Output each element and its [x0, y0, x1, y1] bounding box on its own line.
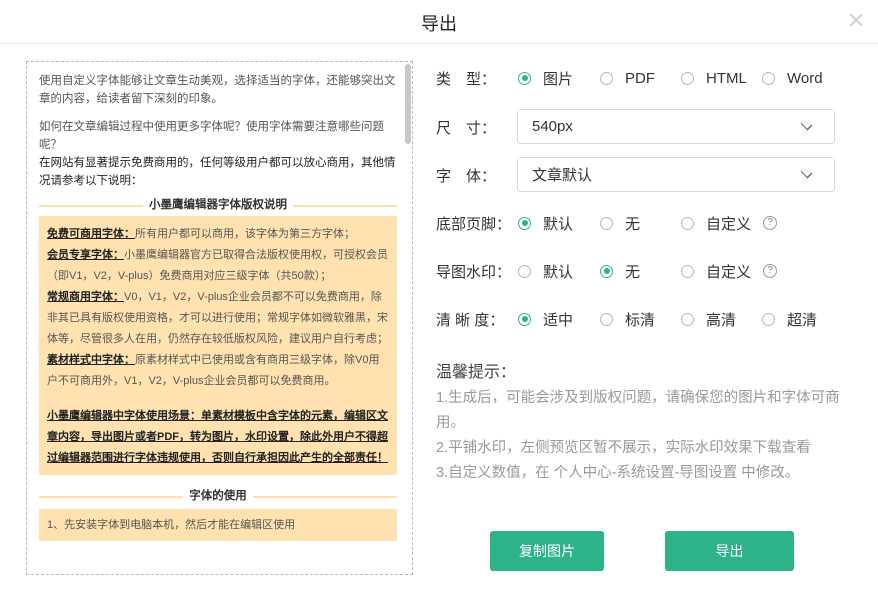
option-label: 标清	[625, 311, 656, 329]
export-button[interactable]: 导出	[665, 531, 794, 571]
preview-scrollbar[interactable]	[405, 64, 411, 144]
size-select[interactable]: 540px	[517, 109, 835, 144]
watermark-row: 导图水印： 默认 无 自定义 ?	[436, 254, 778, 288]
type-option-image[interactable]: 图片	[518, 68, 600, 89]
type-option-pdf[interactable]: PDF	[600, 70, 681, 87]
footer-label: 底部页脚：	[436, 215, 512, 233]
radio-icon[interactable]	[762, 312, 775, 326]
radio-icon[interactable]	[681, 312, 694, 326]
radio-icon[interactable]	[600, 264, 613, 278]
tip-line: 2.平铺水印，左侧预览区暂不展示，实际水印效果下载查看	[436, 440, 811, 456]
item-key: 素材样式中字体：	[47, 354, 135, 366]
copyright-item: 免费可商用字体：所有用户都可以商用，该字体为第三方字体；	[47, 224, 389, 245]
font-select[interactable]: 文章默认	[517, 157, 835, 192]
option-label: 高清	[706, 311, 737, 329]
footer-row: 底部页脚： 默认 无 自定义 ?	[436, 206, 778, 240]
help-icon[interactable]: ?	[763, 216, 778, 230]
clarity-option-ultra[interactable]: 超清	[762, 309, 817, 330]
radio-icon[interactable]	[518, 216, 531, 230]
option-label: Word	[787, 69, 823, 87]
tips-title: 温馨提示：	[436, 364, 517, 381]
option-label: HTML	[706, 69, 747, 87]
option-label: 默认	[543, 263, 574, 281]
item-key: 会员专享字体：	[47, 249, 124, 261]
font-value: 文章默认	[532, 167, 593, 184]
section-heading-copyright: 小墨鹰编辑器字体版权说明	[39, 194, 397, 216]
usage-text: 1、先安装字体到电脑本机，然后才能在编辑区使用	[47, 519, 296, 531]
item-text: 所有用户都可以商用，该字体为第三方字体；	[135, 228, 355, 240]
option-label: 无	[625, 263, 641, 281]
clarity-option-medium[interactable]: 适中	[518, 309, 600, 330]
option-label: 自定义	[706, 215, 752, 233]
section-heading-usage: 字体的使用	[39, 485, 397, 507]
font-label: 字 体：	[436, 167, 497, 185]
usage-box: 1、先安装字体到电脑本机，然后才能在编辑区使用	[39, 509, 397, 541]
preview-question: 如何在文章编辑过程中使用更多字体呢？使用字体需要注意哪些问题呢？	[39, 121, 384, 151]
copyright-item: 常规商用字体：V0，V1，V2，V-plus企业会员都不可以免费商用，除非其已具…	[47, 287, 389, 350]
clarity-row: 清 晰 度： 适中 标清 高清 超清	[436, 302, 817, 336]
radio-icon[interactable]	[681, 216, 694, 230]
copyright-warning: 小墨鹰编辑器中字体使用场景：单素材模板中含字体的元素，编辑区文章内容，导出图片或…	[47, 410, 388, 464]
section-title: 字体的使用	[183, 487, 253, 505]
type-label: 类 型：	[436, 70, 497, 88]
copyright-item: 素材样式中字体：原素材样式中已使用或含有商用三级字体，除V0用户不可商用外，V1…	[47, 350, 389, 392]
type-option-word[interactable]: Word	[762, 70, 823, 87]
help-icon[interactable]: ?	[763, 264, 778, 278]
size-label: 尺 寸：	[436, 119, 497, 137]
option-label: 无	[625, 215, 641, 233]
preview-content: 使用自定义字体能够让文章生动美观，选择适当的字体，还能够突出文章的内容，给读者留…	[39, 72, 397, 541]
copy-image-button[interactable]: 复制图片	[490, 531, 604, 571]
copyright-box: 免费可商用字体：所有用户都可以商用，该字体为第三方字体； 会员专享字体：小墨鹰编…	[39, 216, 397, 475]
radio-icon[interactable]	[762, 71, 775, 85]
footer-option-custom[interactable]: 自定义	[681, 213, 751, 234]
item-key: 免费可商用字体：	[47, 228, 135, 240]
radio-icon[interactable]	[600, 216, 613, 230]
preview-notice: 在网站有显著提示免费商用的，任何等级用户都可以放心商用，其他情况请参考以下说明：	[39, 157, 396, 187]
item-key: 常规商用字体：	[47, 291, 124, 303]
close-icon[interactable]	[848, 12, 864, 28]
footer-option-none[interactable]: 无	[600, 213, 681, 234]
copyright-item: 会员专享字体：小墨鹰编辑器官方已取得合法版权使用权，可授权会员（即V1，V2，V…	[47, 245, 389, 287]
clarity-option-standard[interactable]: 标清	[600, 309, 681, 330]
tip-line: 1.生成后，可能会涉及到版权问题，请确保您的图片和字体可商用。	[436, 390, 840, 431]
size-row: 尺 寸：	[436, 110, 518, 144]
option-label: 超清	[787, 311, 818, 329]
option-label: 适中	[543, 311, 574, 329]
option-label: 图片	[543, 70, 574, 88]
clarity-option-high[interactable]: 高清	[681, 309, 762, 330]
option-label: PDF	[625, 69, 655, 87]
watermark-label: 导图水印：	[436, 263, 512, 281]
radio-icon[interactable]	[681, 264, 694, 278]
watermark-option-custom[interactable]: 自定义	[681, 261, 751, 282]
radio-icon[interactable]	[600, 71, 613, 85]
preview-intro: 使用自定义字体能够让文章生动美观，选择适当的字体，还能够突出文章的内容，给读者留…	[39, 75, 396, 105]
radio-icon[interactable]	[518, 71, 531, 85]
radio-icon[interactable]	[518, 264, 531, 278]
radio-icon[interactable]	[600, 312, 613, 326]
type-option-html[interactable]: HTML	[681, 70, 762, 87]
watermark-option-default[interactable]: 默认	[518, 261, 600, 282]
size-value: 540px	[532, 118, 573, 135]
preview-panel[interactable]: 使用自定义字体能够让文章生动美观，选择适当的字体，还能够突出文章的内容，给读者留…	[26, 61, 413, 575]
tip-line: 3.自定义数值，在 个人中心-系统设置-导图设置 中修改。	[436, 465, 800, 481]
tips-list: 1.生成后，可能会涉及到版权问题，请确保您的图片和字体可商用。 2.平铺水印，左…	[436, 386, 846, 486]
option-label: 默认	[543, 215, 574, 233]
section-title: 小墨鹰编辑器字体版权说明	[143, 196, 293, 214]
radio-icon[interactable]	[518, 312, 531, 326]
watermark-option-none[interactable]: 无	[600, 261, 681, 282]
chevron-down-icon	[800, 166, 813, 179]
footer-option-default[interactable]: 默认	[518, 213, 600, 234]
radio-icon[interactable]	[681, 71, 694, 85]
option-label: 自定义	[706, 263, 752, 281]
dialog-title: 导出	[421, 14, 457, 34]
chevron-down-icon	[800, 118, 813, 131]
type-row: 类 型： 图片 PDF HTML Word	[436, 61, 823, 95]
font-row: 字 体：	[436, 158, 518, 192]
clarity-label: 清 晰 度：	[436, 311, 505, 329]
dialog-header: 导出	[0, 0, 878, 44]
